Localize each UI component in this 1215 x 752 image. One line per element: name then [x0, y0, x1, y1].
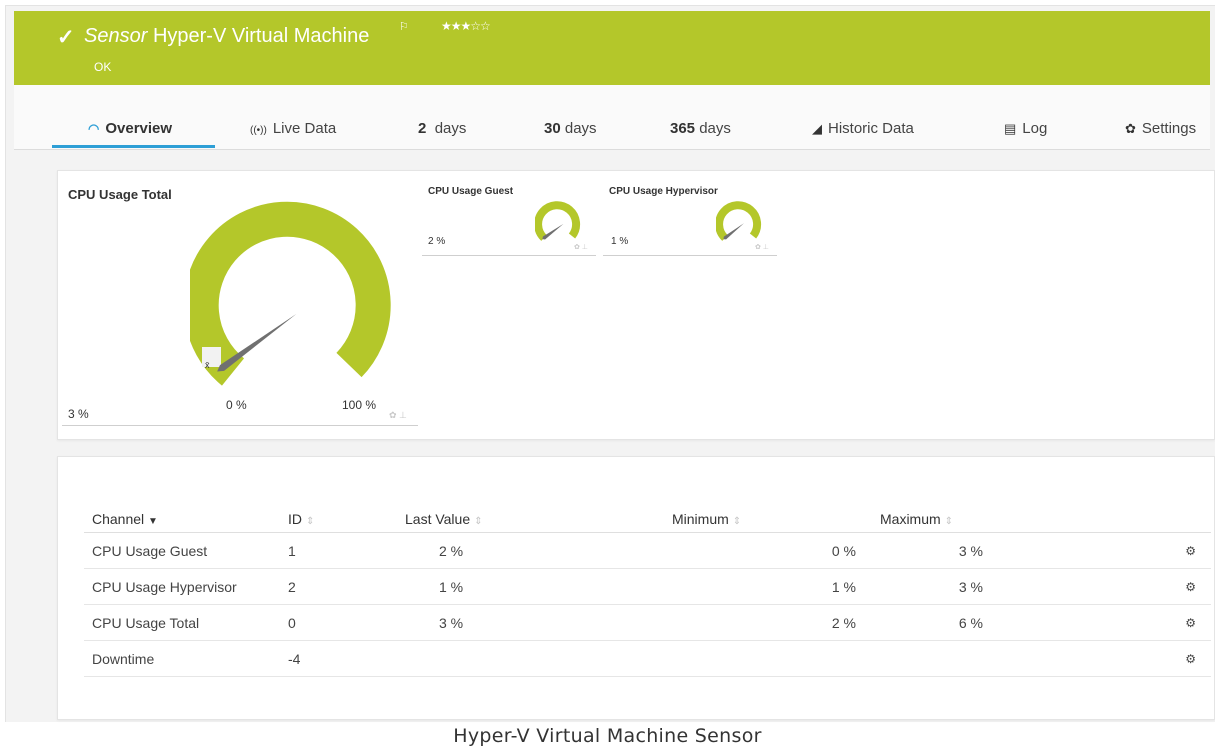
tab-label: Settings [1141, 120, 1197, 137]
tab-label: Log [1022, 120, 1048, 137]
gauge-icon: ◠ [88, 121, 100, 136]
tab-label: days [699, 120, 731, 137]
status-text: OK [94, 60, 112, 74]
id-cell: 0 [288, 604, 405, 641]
tab-live-data[interactable]: ((•)) Live Data [250, 120, 336, 137]
gauge-value-hypervisor: 1 % [611, 236, 629, 247]
column-last-value[interactable]: Last Value ⇕ [405, 505, 672, 533]
id-cell: -4 [288, 640, 405, 677]
table-row: Downtime -4 ⚙ [84, 640, 1211, 677]
id-cell: 2 [288, 568, 405, 605]
column-channel[interactable]: Channel ▼ [84, 505, 288, 533]
divider [62, 425, 418, 426]
channel-cell[interactable]: CPU Usage Guest [84, 532, 288, 569]
average-icon: x̄ [205, 360, 210, 370]
column-minimum[interactable]: Minimum ⇕ [672, 505, 880, 533]
tab-2-days[interactable]: 2 days [418, 120, 466, 137]
tab-overview[interactable]: ◠ Overview [88, 120, 172, 137]
tab-label: days [434, 120, 467, 137]
tab-number: 365 [670, 120, 696, 137]
sort-icon: ⇕ [732, 515, 742, 527]
gauge-title-hypervisor: CPU Usage Hypervisor [609, 186, 718, 197]
tab-label: Overview [105, 120, 173, 137]
tab-log[interactable]: ▤ Log [1004, 120, 1047, 137]
minimum-cell [672, 640, 880, 677]
table-row: CPU Usage Hypervisor 2 1 % 1 % 3 % ⚙ [84, 568, 1211, 605]
id-cell: 1 [288, 532, 405, 569]
column-label: ID [288, 510, 302, 527]
column-id[interactable]: ID ⇕ [288, 505, 405, 533]
gauge-hypervisor[interactable] [716, 192, 766, 248]
settings-gears-icon[interactable]: ⚙ [983, 568, 1211, 605]
title-prefix: Sensor [84, 25, 148, 47]
tab-historic-data[interactable]: ◢ Historic Data [812, 120, 914, 137]
tab-number: 30 [544, 120, 561, 137]
channel-cell[interactable]: Downtime [84, 640, 288, 677]
gauge-value-total: 3 % [68, 407, 89, 421]
last-value-cell: 3 % [405, 604, 672, 641]
table-row: CPU Usage Guest 1 2 % 0 % 3 % ⚙ [84, 532, 1211, 569]
gauge-value-guest: 2 % [428, 236, 446, 247]
last-value-cell: 1 % [405, 568, 672, 605]
sensor-name: Hyper-V Virtual Machine [152, 25, 370, 47]
column-label: Minimum [672, 510, 729, 527]
gauge-tools[interactable]: ✿ ⊥ [389, 410, 407, 421]
column-actions [983, 505, 1211, 533]
divider [422, 255, 596, 256]
table-header-row: Channel ▼ ID ⇕ Last Value ⇕ Minimum ⇕ Maxim… [84, 505, 1211, 533]
minimum-cell: 1 % [672, 568, 880, 605]
gauge-max-label: 100 % [342, 398, 377, 412]
last-value-cell [405, 640, 672, 677]
area-chart-icon: ◢ [812, 121, 822, 136]
active-tab-indicator [52, 145, 215, 148]
sort-icon: ⇕ [474, 515, 483, 527]
sort-icon: ⇕ [944, 515, 954, 527]
last-value-cell: 2 % [405, 532, 672, 569]
column-label: Maximum [880, 510, 941, 527]
tab-number: 2 [418, 120, 427, 137]
gear-icon: ✿ [1125, 121, 1136, 136]
column-maximum[interactable]: Maximum ⇕ [880, 505, 983, 533]
channel-cell[interactable]: CPU Usage Total [84, 604, 288, 641]
table-row: CPU Usage Total 0 3 % 2 % 6 % ⚙ [84, 604, 1211, 641]
gauge-min-label: 0 % [226, 398, 247, 412]
settings-gears-icon[interactable]: ⚙ [983, 604, 1211, 641]
priority-stars[interactable]: ★★★☆☆ [441, 19, 491, 33]
broadcast-icon: ((•)) [250, 125, 267, 136]
gauge-title-guest: CPU Usage Guest [428, 186, 514, 197]
tab-30-days[interactable]: 30 days [544, 120, 597, 137]
channel-cell[interactable]: CPU Usage Hypervisor [84, 568, 288, 605]
divider [603, 255, 777, 256]
tab-label: days [564, 120, 597, 137]
tab-label: Historic Data [828, 120, 914, 137]
tab-settings[interactable]: ✿ Settings [1125, 120, 1196, 137]
sort-desc-icon: ▼ [148, 515, 158, 527]
gauge-tools[interactable]: ✿ ⊥ [574, 243, 588, 251]
sort-icon: ⇕ [306, 515, 315, 527]
tab-365-days[interactable]: 365 days [670, 120, 731, 137]
list-icon: ▤ [1004, 121, 1017, 136]
sensor-header: ✓ Sensor Hyper-V Virtual Machine ⚐ ★★★☆☆… [14, 11, 1210, 85]
gauge-total[interactable] [190, 200, 410, 400]
minimum-cell: 2 % [672, 604, 880, 641]
column-label: Channel [92, 510, 145, 527]
check-icon: ✓ [57, 26, 75, 49]
gauge-title-total: CPU Usage Total [68, 187, 172, 202]
gauge-guest[interactable] [535, 192, 585, 248]
maximum-cell: 3 % [880, 532, 983, 569]
settings-gears-icon[interactable]: ⚙ [983, 532, 1211, 569]
maximum-cell [880, 640, 983, 677]
tab-bar: ◠ Overview ((•)) Live Data 2 days 30 days … [14, 85, 1210, 150]
figure-caption: Hyper-V Virtual Machine Sensor [453, 725, 762, 747]
maximum-cell: 6 % [880, 604, 983, 641]
tab-label: Live Data [272, 120, 337, 137]
settings-gears-icon[interactable]: ⚙ [983, 640, 1211, 677]
maximum-cell: 3 % [880, 568, 983, 605]
page-title: Sensor Hyper-V Virtual Machine [84, 25, 369, 48]
gauge-tools[interactable]: ✿ ⊥ [755, 243, 769, 251]
minimum-cell: 0 % [672, 532, 880, 569]
flag-icon[interactable]: ⚐ [399, 20, 409, 33]
column-label: Last Value [405, 510, 471, 527]
channels-table: Channel ▼ ID ⇕ Last Value ⇕ Minimum ⇕ Maxim… [84, 505, 1211, 677]
